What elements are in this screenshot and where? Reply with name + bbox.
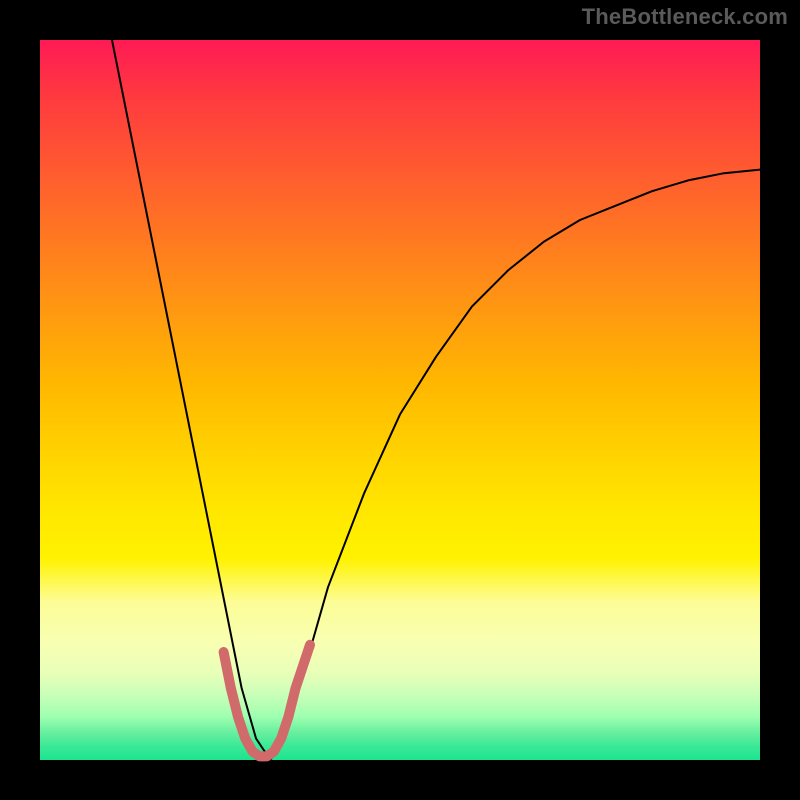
watermark-text: TheBottleneck.com — [582, 4, 788, 30]
chart-container: TheBottleneck.com — [0, 0, 800, 800]
plot-area — [40, 40, 760, 760]
chart-svg — [40, 40, 760, 760]
series-bottleneck-curve — [112, 40, 760, 760]
series-group — [112, 40, 760, 760]
